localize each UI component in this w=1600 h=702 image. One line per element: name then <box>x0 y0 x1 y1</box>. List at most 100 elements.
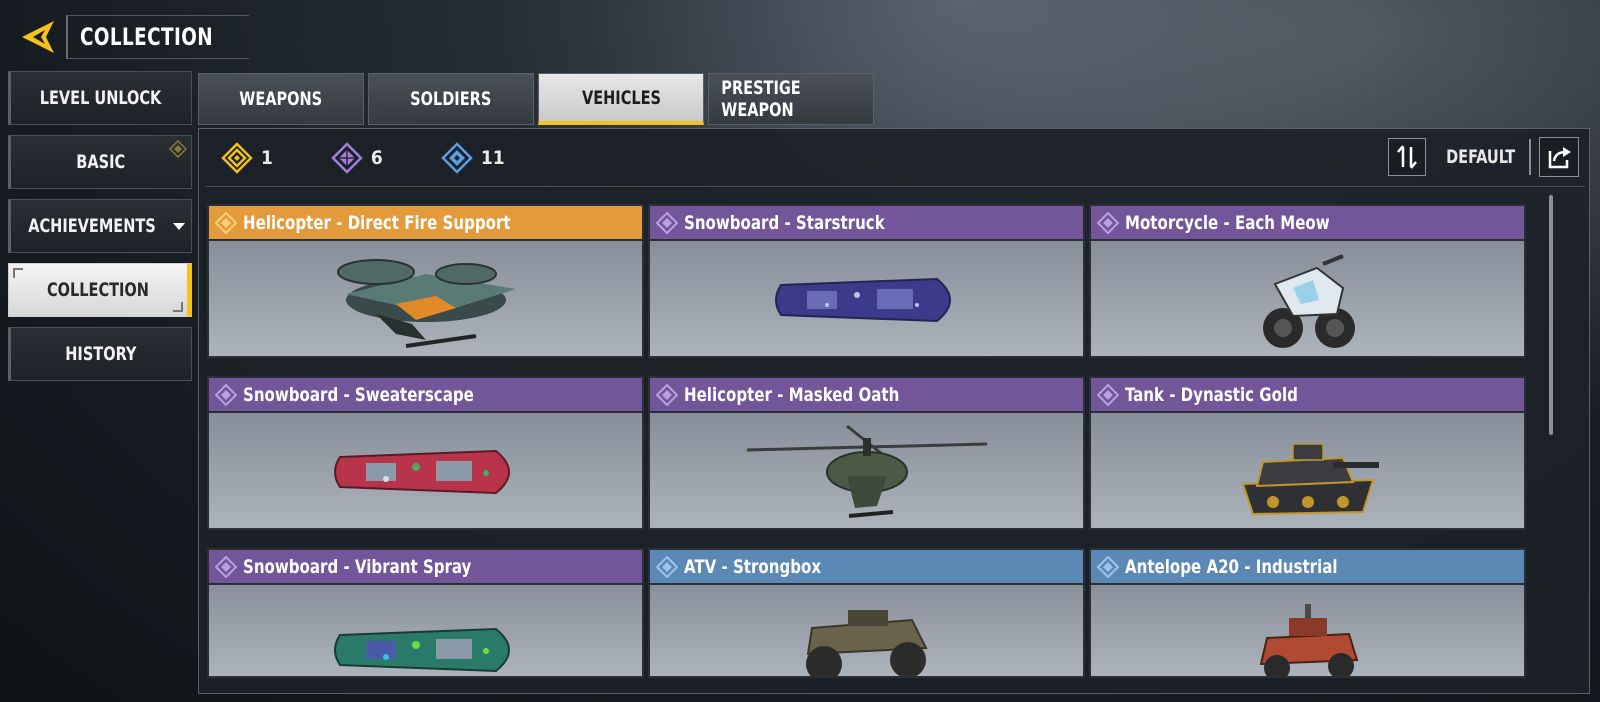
sort-divider <box>1529 139 1531 175</box>
card-title: Snowboard - Vibrant Spray <box>243 555 472 578</box>
sidebar-item-label: BASIC <box>76 151 126 173</box>
tab-label: PRESTIGE WEAPON <box>721 77 801 121</box>
sidebar-item-label: ACHIEVEMENTS <box>28 215 156 237</box>
sidebar-item-label: LEVEL UNLOCK <box>40 87 162 109</box>
card-header: Antelope A20 - Industrial <box>1091 550 1524 583</box>
epic-diamond-icon <box>331 142 363 174</box>
card-title: Helicopter - Masked Oath <box>684 383 900 406</box>
epic-count: 6 <box>331 142 383 174</box>
sidebar-item-basic[interactable]: BASIC <box>8 135 192 189</box>
vehicle-card[interactable]: Antelope A20 - Industrial <box>1089 548 1526 678</box>
sidebar-item-label: COLLECTION <box>47 279 149 301</box>
tab-vehicles[interactable]: VEHICLES <box>538 73 704 125</box>
sidebar-item-level-unlock[interactable]: LEVEL UNLOCK <box>8 71 192 125</box>
tab-label: VEHICLES <box>581 86 661 109</box>
card-header: Snowboard - Sweaterscape <box>209 378 642 411</box>
sidebar-item-label: HISTORY <box>65 343 137 365</box>
card-image <box>650 583 1083 676</box>
back-button[interactable] <box>16 15 60 59</box>
card-image <box>650 239 1083 356</box>
vehicle-card[interactable]: Helicopter - Masked Oath <box>648 376 1085 530</box>
collection-panel: 1 6 11 DEFAULT Helicopter - Direct Fire … <box>198 128 1590 694</box>
legendary-count-value: 1 <box>261 147 273 169</box>
epic-count-value: 6 <box>370 147 383 169</box>
rarity-diamond-icon <box>215 211 237 234</box>
sidebar: LEVEL UNLOCK BASIC ACHIEVEMENTS COLLECTI… <box>8 71 192 391</box>
share-button[interactable] <box>1539 137 1579 177</box>
tab-soldiers[interactable]: SOLDIERS <box>368 73 534 125</box>
category-tabs: WEAPONS SOLDIERS VEHICLES PRESTIGE WEAPO… <box>198 73 878 125</box>
card-header: Helicopter - Masked Oath <box>650 378 1083 411</box>
page-title: COLLECTION <box>80 23 214 51</box>
card-image <box>1091 583 1524 676</box>
rarity-diamond-icon <box>215 555 237 578</box>
card-header: Motorcycle - Each Meow <box>1091 206 1524 239</box>
grid-scrollbar[interactable] <box>1549 195 1553 435</box>
vehicle-card[interactable]: Helicopter - Direct Fire Support <box>207 204 644 358</box>
legendary-diamond-icon <box>221 142 253 174</box>
vehicle-card[interactable]: Snowboard - Vibrant Spray <box>207 548 644 678</box>
card-image <box>650 411 1083 528</box>
rare-count: 11 <box>441 142 505 174</box>
sort-controls: DEFAULT <box>1387 137 1579 177</box>
helicopter-icon <box>336 258 516 348</box>
snowboard-icon <box>333 449 510 494</box>
rarity-diamond-icon <box>1097 555 1119 578</box>
card-title: Helicopter - Direct Fire Support <box>243 211 511 234</box>
vehicle-card[interactable]: ATV - Strongbox <box>648 548 1085 678</box>
vehicle-card[interactable]: Tank - Dynastic Gold <box>1089 376 1526 530</box>
tab-label: SOLDIERS <box>410 88 492 110</box>
tab-weapons[interactable]: WEAPONS <box>198 73 364 125</box>
rarity-diamond-icon <box>1097 211 1119 234</box>
header-title-box: COLLECTION <box>66 15 249 59</box>
card-title: Snowboard - Sweaterscape <box>243 383 474 406</box>
card-title: Antelope A20 - Industrial <box>1125 555 1338 578</box>
card-header: ATV - Strongbox <box>650 550 1083 583</box>
tank-icon <box>1241 442 1379 515</box>
card-title: ATV - Strongbox <box>684 555 822 578</box>
back-arrow-icon <box>22 21 54 53</box>
sort-mode-label[interactable]: DEFAULT <box>1446 146 1515 168</box>
legendary-count: 1 <box>221 142 273 174</box>
snowboard-icon <box>333 628 510 673</box>
rare-diamond-icon <box>441 142 473 174</box>
rarity-count-bar: 1 6 11 <box>221 139 563 177</box>
notification-diamond-icon <box>169 140 187 158</box>
sort-arrows-icon <box>1396 145 1417 169</box>
card-title: Snowboard - Starstruck <box>684 211 885 234</box>
sidebar-item-history[interactable]: HISTORY <box>8 327 192 381</box>
rarity-diamond-icon <box>656 211 678 234</box>
tab-label: WEAPONS <box>239 88 323 110</box>
rarity-diamond-icon <box>656 383 678 406</box>
atv-icon <box>805 609 928 676</box>
card-title: Motorcycle - Each Meow <box>1125 211 1330 234</box>
buggy-icon <box>1259 603 1358 676</box>
motorcycle-icon <box>1262 253 1355 348</box>
rarity-diamond-icon <box>1097 383 1119 406</box>
rare-count-value: 11 <box>480 147 505 169</box>
card-image <box>209 583 642 676</box>
helicopter-icon <box>746 424 987 518</box>
chevron-down-icon <box>173 222 185 230</box>
vehicle-card[interactable]: Snowboard - Starstruck <box>648 204 1085 358</box>
snowboard-icon <box>774 277 951 322</box>
vehicle-card[interactable]: Motorcycle - Each Meow <box>1089 204 1526 358</box>
rarity-diamond-icon <box>215 383 237 406</box>
vehicle-card[interactable]: Snowboard - Sweaterscape <box>207 376 644 530</box>
card-header: Snowboard - Vibrant Spray <box>209 550 642 583</box>
card-title: Tank - Dynastic Gold <box>1125 383 1298 406</box>
sidebar-item-achievements[interactable]: ACHIEVEMENTS <box>8 199 192 253</box>
card-header: Helicopter - Direct Fire Support <box>209 206 642 239</box>
card-image <box>209 239 642 356</box>
card-image <box>1091 411 1524 528</box>
tab-prestige-weapon[interactable]: PRESTIGE WEAPON <box>708 73 874 125</box>
card-image <box>209 411 642 528</box>
card-header: Tank - Dynastic Gold <box>1091 378 1524 411</box>
header: COLLECTION <box>16 14 249 60</box>
rarity-diamond-icon <box>656 555 678 578</box>
sort-order-button[interactable] <box>1387 138 1426 176</box>
panel-divider <box>205 186 1585 187</box>
card-image <box>1091 239 1524 356</box>
card-header: Snowboard - Starstruck <box>650 206 1083 239</box>
sidebar-item-collection[interactable]: COLLECTION <box>8 263 192 317</box>
